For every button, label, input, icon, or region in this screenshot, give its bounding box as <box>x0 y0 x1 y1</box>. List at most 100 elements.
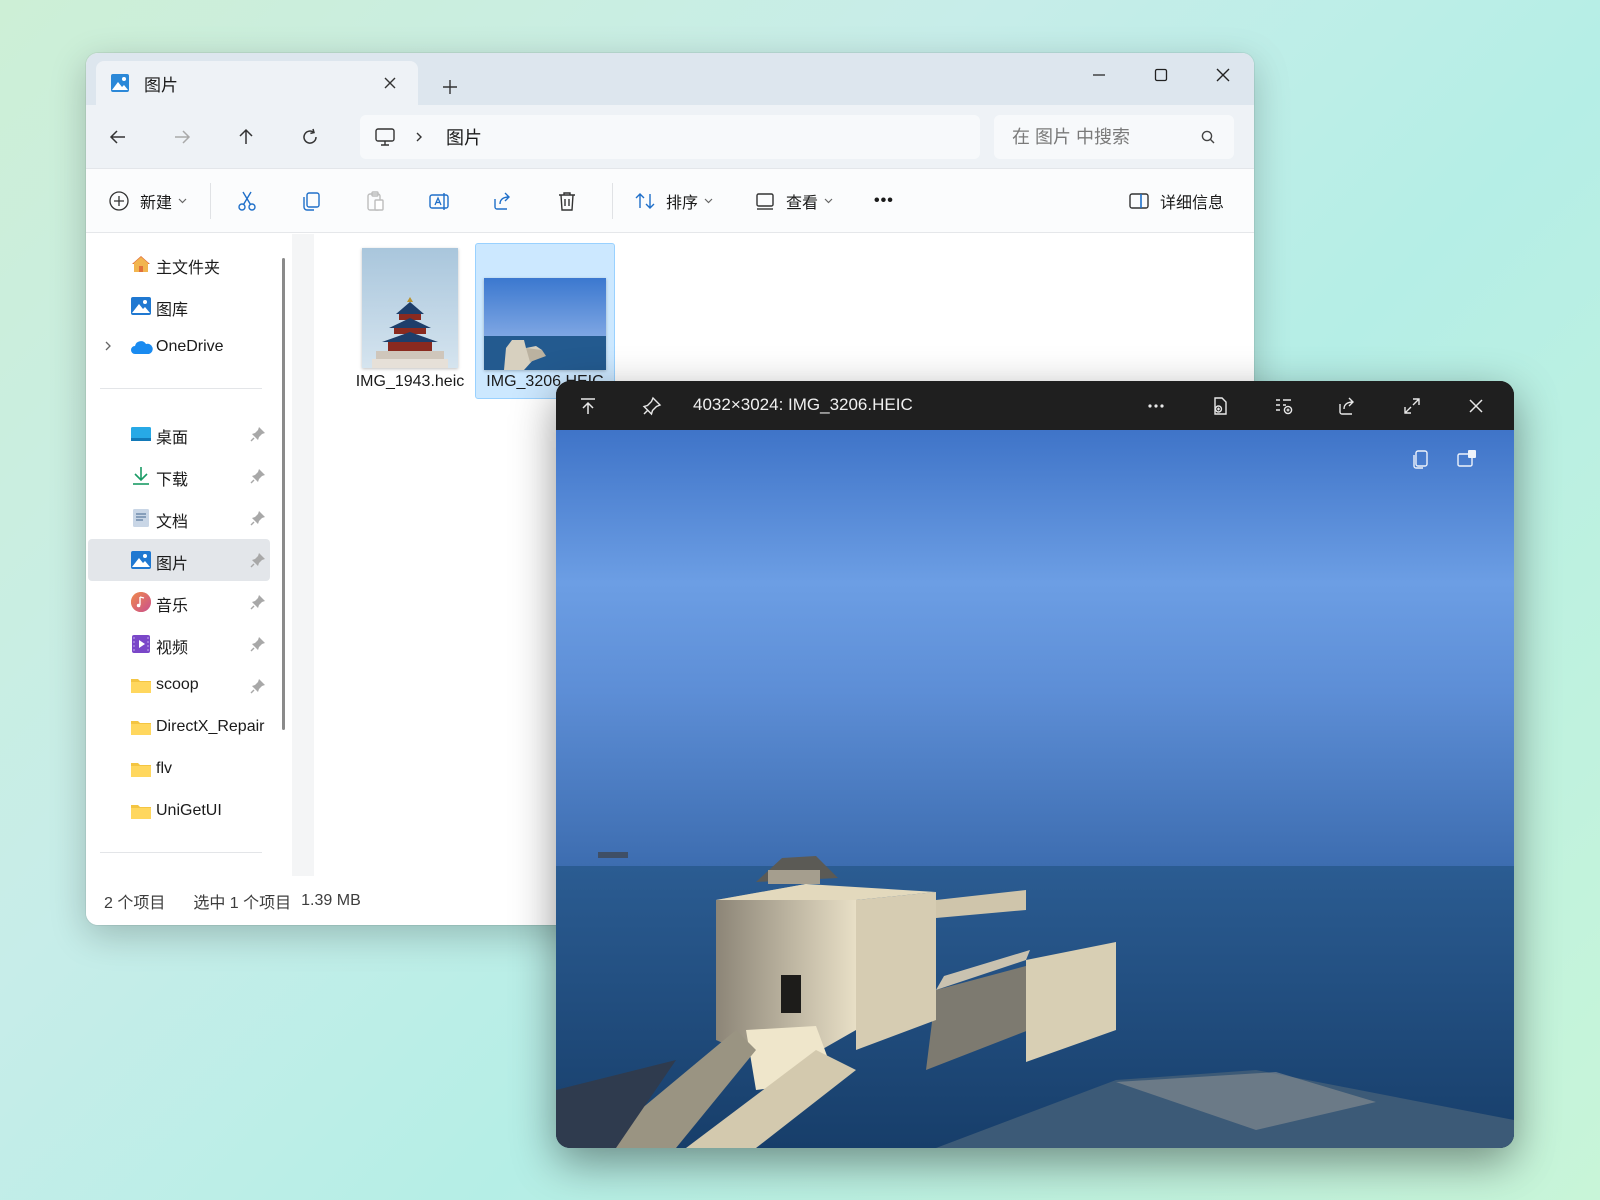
arrow-right-icon[interactable] <box>162 117 202 157</box>
file-thumbnail <box>484 278 606 370</box>
tab-close-icon[interactable] <box>376 69 404 97</box>
open-with-icon[interactable] <box>1202 389 1238 423</box>
more-icon: ••• <box>874 192 894 209</box>
pin-icon[interactable] <box>250 594 266 610</box>
refresh-icon[interactable] <box>290 117 330 157</box>
paste-button[interactable] <box>364 181 386 221</box>
gallery-icon <box>130 295 152 317</box>
sidebar-item-label: 音乐 <box>156 598 189 615</box>
sidebar-item-scoop[interactable]: scoop <box>88 665 270 707</box>
maximize-icon[interactable] <box>1130 53 1192 97</box>
new-button[interactable]: 新建 <box>108 181 187 221</box>
documents-icon <box>130 507 152 529</box>
close-icon[interactable] <box>1458 389 1494 423</box>
pane-splitter[interactable] <box>292 234 314 876</box>
sidebar-item-pictures[interactable]: 图片 <box>88 539 270 581</box>
sidebar-item-onedrive[interactable]: OneDrive <box>88 327 270 369</box>
file-info-icon[interactable] <box>1266 389 1302 423</box>
chevron-down-icon <box>704 198 713 204</box>
share-button[interactable] <box>492 181 514 221</box>
address-bar[interactable]: 图片 <box>360 115 980 159</box>
folder-icon <box>130 717 152 739</box>
desktop-icon <box>130 423 152 445</box>
pin-icon[interactable] <box>250 636 266 652</box>
home-icon <box>130 253 152 275</box>
sidebar-item-documents[interactable]: 文档 <box>88 497 270 539</box>
onedrive-icon <box>130 337 153 359</box>
share-icon <box>492 190 514 212</box>
sidebar-item-music[interactable]: 音乐 <box>88 581 270 623</box>
sidebar-item-label: 桌面 <box>156 430 189 447</box>
compare-icon[interactable] <box>1452 444 1482 474</box>
file-item[interactable]: IMG_1943.heic <box>340 244 480 400</box>
sidebar-scrollbar[interactable] <box>282 258 285 730</box>
pin-icon[interactable] <box>634 389 670 423</box>
displayed-photo[interactable] <box>556 430 1514 1148</box>
view-button[interactable]: 查看 <box>754 181 833 221</box>
chevron-down-icon <box>824 198 833 204</box>
view-icon <box>754 190 776 212</box>
pin-icon[interactable] <box>250 468 266 484</box>
sidebar-item-label: flv <box>156 760 172 777</box>
pictures-folder-icon <box>110 73 130 93</box>
pin-top-icon[interactable] <box>570 389 606 423</box>
more-options-button[interactable]: ••• <box>874 181 894 221</box>
sidebar-item-desktop[interactable]: 桌面 <box>88 413 270 455</box>
cut-icon <box>236 190 258 212</box>
tab-pictures[interactable]: 图片 <box>96 61 418 105</box>
viewer-title: 4032×3024: IMG_3206.HEIC <box>693 395 913 414</box>
plus-icon[interactable] <box>432 69 468 105</box>
arrow-up-icon[interactable] <box>226 117 266 157</box>
sidebar-divider <box>100 388 262 389</box>
fullscreen-icon[interactable] <box>1394 389 1430 423</box>
sidebar-item-gallery[interactable]: 图库 <box>88 285 270 327</box>
navigation-pane: 主文件夹 图库 OneDrive 桌面 下载 文档 图片 音乐 视频 scoop… <box>86 234 292 876</box>
folder-icon <box>130 675 152 697</box>
pin-icon[interactable] <box>250 552 266 568</box>
arrow-left-icon[interactable] <box>98 117 138 157</box>
pin-icon[interactable] <box>250 426 266 442</box>
copy-icon[interactable] <box>1406 444 1436 474</box>
sidebar-item-label: DirectX_Repair <box>156 718 265 735</box>
pin-icon[interactable] <box>250 510 266 526</box>
chevron-right-icon[interactable] <box>104 340 112 352</box>
sidebar-item-directx-repair[interactable]: DirectX_Repair <box>88 707 270 749</box>
selection-count: 选中 1 个项目 <box>193 894 292 912</box>
sidebar-item-label: 图库 <box>156 302 189 319</box>
sidebar-item-home[interactable]: 主文件夹 <box>88 243 270 285</box>
close-icon[interactable] <box>1192 53 1254 97</box>
pictures-icon <box>130 549 152 571</box>
sort-icon <box>634 190 656 212</box>
file-name: IMG_1943.heic <box>355 373 465 390</box>
minimize-icon[interactable] <box>1068 53 1130 97</box>
sidebar-item-unigetui[interactable]: UniGetUI <box>88 791 270 833</box>
search-input[interactable] <box>1012 126 1200 148</box>
sidebar-divider <box>100 852 262 853</box>
sidebar-item-flv[interactable]: flv <box>88 749 270 791</box>
cut-button[interactable] <box>236 181 258 221</box>
folder-icon <box>130 801 152 823</box>
share-icon[interactable] <box>1330 389 1366 423</box>
sidebar-item-label: 文档 <box>156 514 189 531</box>
rename-button[interactable] <box>428 181 450 221</box>
toolbar-divider <box>210 183 211 219</box>
videos-icon <box>130 633 152 655</box>
details-pane-button[interactable]: 详细信息 <box>1128 181 1224 221</box>
breadcrumb-pictures[interactable]: 图片 <box>446 124 482 150</box>
file-item[interactable]: IMG_3206.HEIC <box>475 243 615 399</box>
pin-icon[interactable] <box>250 678 266 694</box>
details-pane-icon <box>1128 190 1150 212</box>
tab-title: 图片 <box>144 75 178 95</box>
chevron-right-icon[interactable] <box>414 131 424 143</box>
details-label: 详细信息 <box>1160 195 1225 212</box>
copy-icon <box>300 190 322 212</box>
sort-button[interactable]: 排序 <box>634 181 713 221</box>
trash-icon <box>556 190 578 212</box>
download-icon <box>130 465 152 487</box>
sidebar-item-videos[interactable]: 视频 <box>88 623 270 665</box>
more-icon[interactable] <box>1138 389 1174 423</box>
search-box[interactable] <box>994 115 1234 159</box>
copy-button[interactable] <box>300 181 322 221</box>
sidebar-item-downloads[interactable]: 下载 <box>88 455 270 497</box>
delete-button[interactable] <box>556 181 578 221</box>
